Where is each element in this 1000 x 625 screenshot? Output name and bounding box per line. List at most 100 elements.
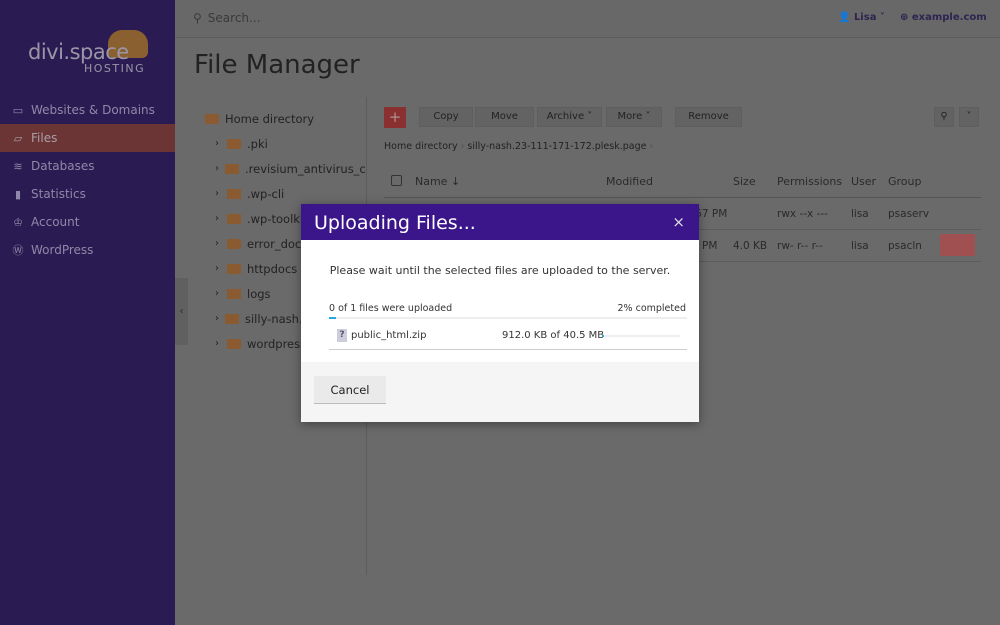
breadcrumb-folder[interactable]: silly-nash.23-111-171-172.plesk.page bbox=[467, 141, 646, 152]
cell-permissions: rw- r-- r-- bbox=[777, 240, 823, 252]
files-status: 0 of 1 files were uploaded bbox=[329, 303, 453, 314]
cell-user: lisa bbox=[851, 208, 869, 220]
col-size[interactable]: Size bbox=[733, 175, 756, 188]
archive-label: Archive bbox=[546, 111, 585, 122]
tree-label: .pki bbox=[247, 136, 268, 151]
file-size: 912.0 KB of 40.5 MB bbox=[502, 330, 605, 341]
tree-label: httpdocs bbox=[247, 261, 298, 276]
col-modified[interactable]: Modified bbox=[606, 175, 653, 188]
col-name[interactable]: Name ↓ bbox=[415, 175, 460, 188]
table-header: Name ↓ Modified Size Permissions User Gr… bbox=[384, 168, 981, 198]
user-menu[interactable]: 👤 Lisa ˅ bbox=[838, 12, 885, 23]
folder-icon bbox=[227, 263, 241, 274]
domain-name: example.com bbox=[911, 12, 987, 23]
chevron-right-icon[interactable]: › bbox=[215, 263, 221, 274]
col-group[interactable]: Group bbox=[888, 175, 922, 188]
tree-label: .revisium_antivirus_cache bbox=[245, 161, 365, 176]
folder-icon bbox=[227, 338, 241, 349]
tree-item[interactable]: › .revisium_antivirus_cache bbox=[205, 156, 365, 181]
sidebar-item-label: Files bbox=[31, 131, 58, 145]
folder-icon bbox=[225, 313, 239, 324]
search-input[interactable]: ⚲ Search... bbox=[193, 11, 260, 25]
wordpress-icon: Ⓦ bbox=[12, 244, 24, 257]
folder-icon bbox=[227, 238, 241, 249]
breadcrumb: Home directory › silly-nash.23-111-171-172… bbox=[384, 141, 654, 152]
percent-completed: 2% completed bbox=[617, 303, 687, 314]
database-icon: ≋ bbox=[13, 159, 23, 173]
collapse-tree-button[interactable]: ‹ bbox=[175, 278, 188, 345]
sidebar-item-statistics[interactable]: ▮ Statistics bbox=[0, 180, 175, 208]
chevron-right-icon[interactable]: › bbox=[215, 163, 219, 174]
chevron-right-icon[interactable]: › bbox=[215, 138, 221, 149]
chevron-right-icon[interactable]: › bbox=[215, 213, 221, 224]
tree-item[interactable]: › .pki bbox=[205, 131, 365, 156]
globe-icon: ⊕ bbox=[900, 12, 909, 23]
cell-user: lisa bbox=[851, 240, 869, 252]
col-user[interactable]: User bbox=[851, 175, 876, 188]
sidebar-item-label: WordPress bbox=[31, 243, 94, 257]
move-button[interactable]: Move bbox=[475, 107, 534, 127]
tree-root[interactable]: Home directory bbox=[205, 106, 365, 131]
folder-icon bbox=[227, 188, 241, 199]
more-button[interactable]: More ˅ bbox=[606, 107, 662, 127]
folder-icon bbox=[227, 138, 241, 149]
chevron-right-icon[interactable]: › bbox=[215, 238, 221, 249]
chevron-right-icon[interactable]: › bbox=[215, 188, 221, 199]
cell-modified: PM bbox=[702, 240, 718, 252]
sidebar-item-databases[interactable]: ≋ Databases bbox=[0, 152, 175, 180]
breadcrumb-home[interactable]: Home directory bbox=[384, 141, 458, 152]
crown-icon: ♔ bbox=[13, 215, 23, 229]
folder-icon bbox=[227, 288, 241, 299]
tree-item[interactable]: › .wp-cli bbox=[205, 181, 365, 206]
tree-label: .wp-toolkit bbox=[247, 211, 308, 226]
file-name: public_html.zip bbox=[351, 330, 427, 341]
sidebar-item-wordpress[interactable]: Ⓦ WordPress bbox=[0, 236, 175, 264]
sidebar-item-label: Databases bbox=[31, 159, 95, 173]
sidebar-item-websites[interactable]: ▭ Websites & Domains bbox=[0, 96, 175, 124]
tree-label: logs bbox=[247, 286, 271, 301]
cell-group: psacln bbox=[888, 240, 922, 252]
row-menu-button[interactable] bbox=[940, 234, 975, 256]
logo-text: divi.space bbox=[28, 40, 129, 64]
unknown-file-icon: ? bbox=[337, 329, 347, 342]
cancel-button[interactable]: Cancel bbox=[314, 376, 386, 404]
domain-selector[interactable]: ⊕ example.com bbox=[900, 12, 987, 23]
dialog-title: Uploading Files... bbox=[301, 204, 699, 240]
options-dropdown[interactable]: ˅ bbox=[959, 107, 979, 127]
sidebar-item-label: Account bbox=[31, 215, 80, 229]
chevron-right-icon[interactable]: › bbox=[215, 338, 221, 349]
remove-button[interactable]: Remove bbox=[675, 107, 742, 127]
search-placeholder: Search... bbox=[207, 11, 261, 25]
chevron-right-icon[interactable]: › bbox=[215, 288, 221, 299]
col-permissions[interactable]: Permissions bbox=[777, 175, 842, 188]
search-files-button[interactable]: ⚲ bbox=[934, 107, 954, 127]
cell-group: psaserv bbox=[888, 208, 930, 220]
tree-label: error_docs bbox=[247, 236, 308, 251]
upload-dialog: Uploading Files... × Please wait until t… bbox=[301, 204, 699, 422]
dialog-message: Please wait until the selected files are… bbox=[329, 264, 671, 277]
folder-icon bbox=[205, 113, 219, 124]
tree-label: .wp-cli bbox=[247, 186, 285, 201]
sidebar-item-account[interactable]: ♔ Account bbox=[0, 208, 175, 236]
topbar: ⚲ Search... 👤 Lisa ˅ ⊕ example.com bbox=[175, 0, 1000, 38]
upload-file-row: ? public_html.zip 912.0 KB of 40.5 MB bbox=[329, 323, 687, 350]
more-label: More bbox=[617, 111, 643, 122]
folder-icon bbox=[227, 213, 241, 224]
close-icon[interactable]: × bbox=[672, 213, 685, 231]
sidebar-item-files[interactable]: ▱ Files bbox=[0, 124, 175, 152]
sidebar-nav: ▭ Websites & Domains ▱ Files ≋ Databases ▮ S… bbox=[0, 96, 175, 264]
sidebar-item-label: Statistics bbox=[31, 187, 86, 201]
overall-progress-bar bbox=[329, 317, 687, 319]
chevron-right-icon[interactable]: › bbox=[215, 313, 219, 324]
logo[interactable]: divi.space HOSTING bbox=[28, 30, 153, 80]
file-progress-bar bbox=[602, 335, 680, 337]
user-name: Lisa bbox=[853, 12, 877, 23]
copy-button[interactable]: Copy bbox=[419, 107, 473, 127]
archive-button[interactable]: Archive ˅ bbox=[537, 107, 602, 127]
dialog-footer: Cancel bbox=[301, 362, 699, 422]
sidebar-item-label: Websites & Domains bbox=[31, 103, 155, 117]
add-button[interactable]: + bbox=[384, 107, 406, 128]
select-all-checkbox[interactable] bbox=[391, 175, 402, 186]
upload-status: 0 of 1 files were uploaded 2% completed bbox=[329, 303, 686, 314]
cell-size: 4.0 KB bbox=[733, 240, 768, 252]
